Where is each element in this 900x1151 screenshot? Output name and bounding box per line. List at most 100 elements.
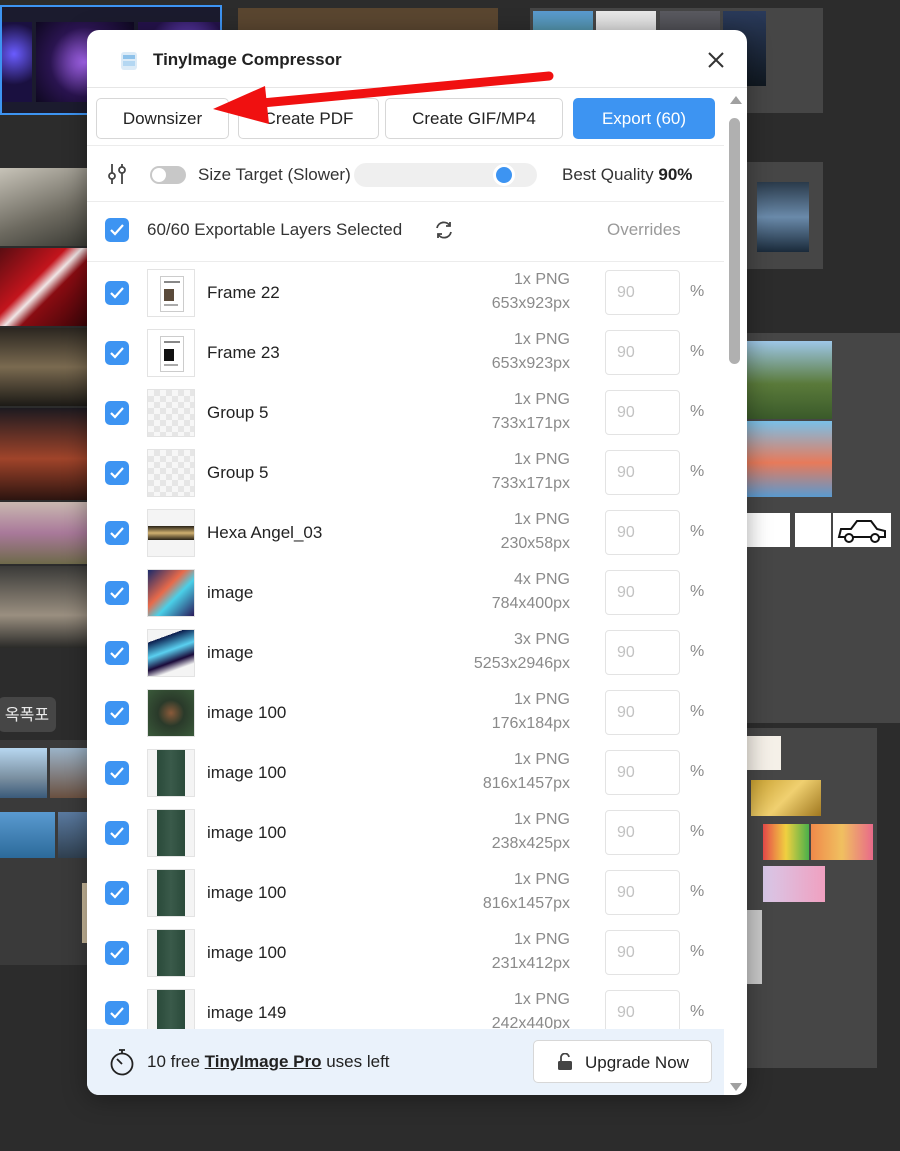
quality-override-input[interactable]: 90 — [605, 690, 680, 735]
doc-preview — [160, 276, 184, 312]
size-target-toggle[interactable] — [150, 166, 186, 184]
layer-row[interactable]: Hexa Angel_03 1x PNG 230x58px 90% — [87, 503, 724, 563]
layer-row[interactable]: image 4x PNG 784x400px 90% — [87, 563, 724, 623]
layer-checkbox[interactable] — [105, 1001, 129, 1025]
layer-checkbox[interactable] — [105, 581, 129, 605]
percent-symbol: % — [690, 823, 705, 840]
downsizer-button[interactable]: Downsizer — [96, 98, 229, 139]
quality-slider-thumb[interactable] — [496, 167, 513, 183]
unlock-icon — [557, 1052, 573, 1071]
scrollbar[interactable] — [727, 96, 745, 1091]
layer-export-format: 3x PNG — [513, 631, 570, 648]
layer-export-format: 1x PNG — [513, 811, 570, 828]
frame-thumbnail — [747, 162, 823, 269]
layer-export-format: 1x PNG — [513, 991, 570, 1008]
layer-row[interactable]: Group 5 1x PNG 733x171px 90% — [87, 383, 724, 443]
layer-checkbox[interactable] — [105, 881, 129, 905]
pro-link[interactable]: TinyImage Pro — [205, 1052, 322, 1071]
quality-override-input[interactable]: 90 — [605, 810, 680, 855]
quality-override-input[interactable]: 90 — [605, 870, 680, 915]
quality-override-input[interactable]: 90 — [605, 750, 680, 795]
layer-row[interactable]: image 3x PNG 5253x2946px 90% — [87, 623, 724, 683]
layer-checkbox[interactable] — [105, 401, 129, 425]
layer-name: image 100 — [207, 763, 287, 782]
select-all-checkbox[interactable] — [105, 218, 129, 242]
photo-thumbnail — [747, 910, 762, 984]
layer-thumbnail — [147, 569, 195, 617]
doc-preview — [160, 336, 184, 372]
quality-override-input[interactable]: 90 — [605, 390, 680, 435]
close-icon[interactable] — [706, 50, 726, 70]
quality-override-input[interactable]: 90 — [605, 270, 680, 315]
upgrade-now-button[interactable]: Upgrade Now — [533, 1040, 712, 1083]
layer-thumbnail — [147, 689, 195, 737]
refresh-icon[interactable] — [433, 219, 455, 241]
app-title: TinyImage Compressor — [153, 50, 342, 69]
layer-row[interactable]: image 100 1x PNG 231x412px 90% — [87, 923, 724, 983]
percent-symbol: % — [690, 463, 705, 480]
layer-checkbox[interactable] — [105, 461, 129, 485]
layer-export-format: 4x PNG — [513, 571, 570, 588]
layer-export-format: 1x PNG — [513, 871, 570, 888]
layer-list[interactable]: Frame 22 1x PNG 653x923px 90% Frame 23 1x PNG… — [87, 263, 724, 1029]
layer-name: image 100 — [207, 823, 287, 842]
create-pdf-button[interactable]: Create PDF — [238, 98, 379, 139]
canvas-label-tag[interactable]: 옥폭포 — [0, 697, 56, 732]
layer-row[interactable]: image 100 1x PNG 176x184px 90% — [87, 683, 724, 743]
layer-row[interactable]: Frame 23 1x PNG 653x923px 90% — [87, 323, 724, 383]
temple-thumbnail — [50, 748, 87, 798]
stopwatch-icon — [109, 1048, 135, 1076]
layer-row[interactable]: image 100 1x PNG 238x425px 90% — [87, 803, 724, 863]
quality-slider[interactable] — [354, 163, 537, 187]
quality-override-input[interactable]: 90 — [605, 930, 680, 975]
percent-symbol: % — [690, 643, 705, 660]
layer-row[interactable]: image 100 1x PNG 816x1457px 90% — [87, 743, 724, 803]
quality-override-input[interactable]: 90 — [605, 630, 680, 675]
layer-checkbox[interactable] — [105, 821, 129, 845]
layer-row[interactable]: image 100 1x PNG 816x1457px 90% — [87, 863, 724, 923]
frame-thumbnail — [238, 8, 498, 30]
layer-checkbox[interactable] — [105, 941, 129, 965]
quality-override-input[interactable]: 90 — [605, 570, 680, 615]
layer-dimensions: 5253x2946px — [473, 655, 570, 672]
layer-row[interactable]: image 149 1x PNG 242x440px 90% — [87, 983, 724, 1029]
layer-checkbox[interactable] — [105, 341, 129, 365]
create-gif-button[interactable]: Create GIF/MP4 — [385, 98, 563, 139]
quality-override-input[interactable]: 90 — [605, 990, 680, 1029]
percent-symbol: % — [690, 583, 705, 600]
layer-row[interactable]: Frame 22 1x PNG 653x923px 90% — [87, 263, 724, 323]
layer-dimensions: 238x425px — [491, 835, 570, 852]
flowers-thumbnail — [763, 866, 825, 902]
layer-checkbox[interactable] — [105, 521, 129, 545]
percent-symbol: % — [690, 343, 705, 360]
layer-export-format: 1x PNG — [513, 271, 570, 288]
layer-row[interactable]: Group 5 1x PNG 733x171px 90% — [87, 443, 724, 503]
export-button[interactable]: Export (60) — [573, 98, 715, 139]
layer-export-format: 1x PNG — [513, 511, 570, 528]
globe-icon-thumbnail — [747, 513, 790, 547]
quality-override-input[interactable]: 90 — [605, 450, 680, 495]
layer-name: image — [207, 583, 254, 602]
frame-thumbnail — [0, 740, 87, 965]
layer-checkbox[interactable] — [105, 761, 129, 785]
layer-name: image 149 — [207, 1003, 287, 1022]
layer-checkbox[interactable] — [105, 641, 129, 665]
footer-banner: 10 free TinyImage Pro uses left Upgrade … — [87, 1029, 724, 1095]
layer-thumbnail — [147, 929, 195, 977]
quality-override-input[interactable]: 90 — [605, 510, 680, 555]
layer-thumbnail — [147, 989, 195, 1029]
city-thumbnail — [0, 748, 47, 798]
plugin-window: TinyImage Compressor Downsizer Create PD… — [87, 30, 747, 1095]
select-all-row: 60/60 Exportable Layers Selected Overrid… — [87, 202, 724, 262]
settings-sliders-icon[interactable] — [107, 163, 127, 185]
scroll-up-arrow-icon[interactable] — [730, 96, 742, 104]
layer-name: image 100 — [207, 943, 287, 962]
scrollbar-thumb[interactable] — [729, 118, 740, 364]
layer-checkbox[interactable] — [105, 281, 129, 305]
layer-export-format: 1x PNG — [513, 451, 570, 468]
layer-name: Frame 22 — [207, 283, 280, 302]
scroll-down-arrow-icon[interactable] — [730, 1083, 742, 1091]
quality-override-input[interactable]: 90 — [605, 330, 680, 375]
percent-symbol: % — [690, 523, 705, 540]
layer-checkbox[interactable] — [105, 701, 129, 725]
